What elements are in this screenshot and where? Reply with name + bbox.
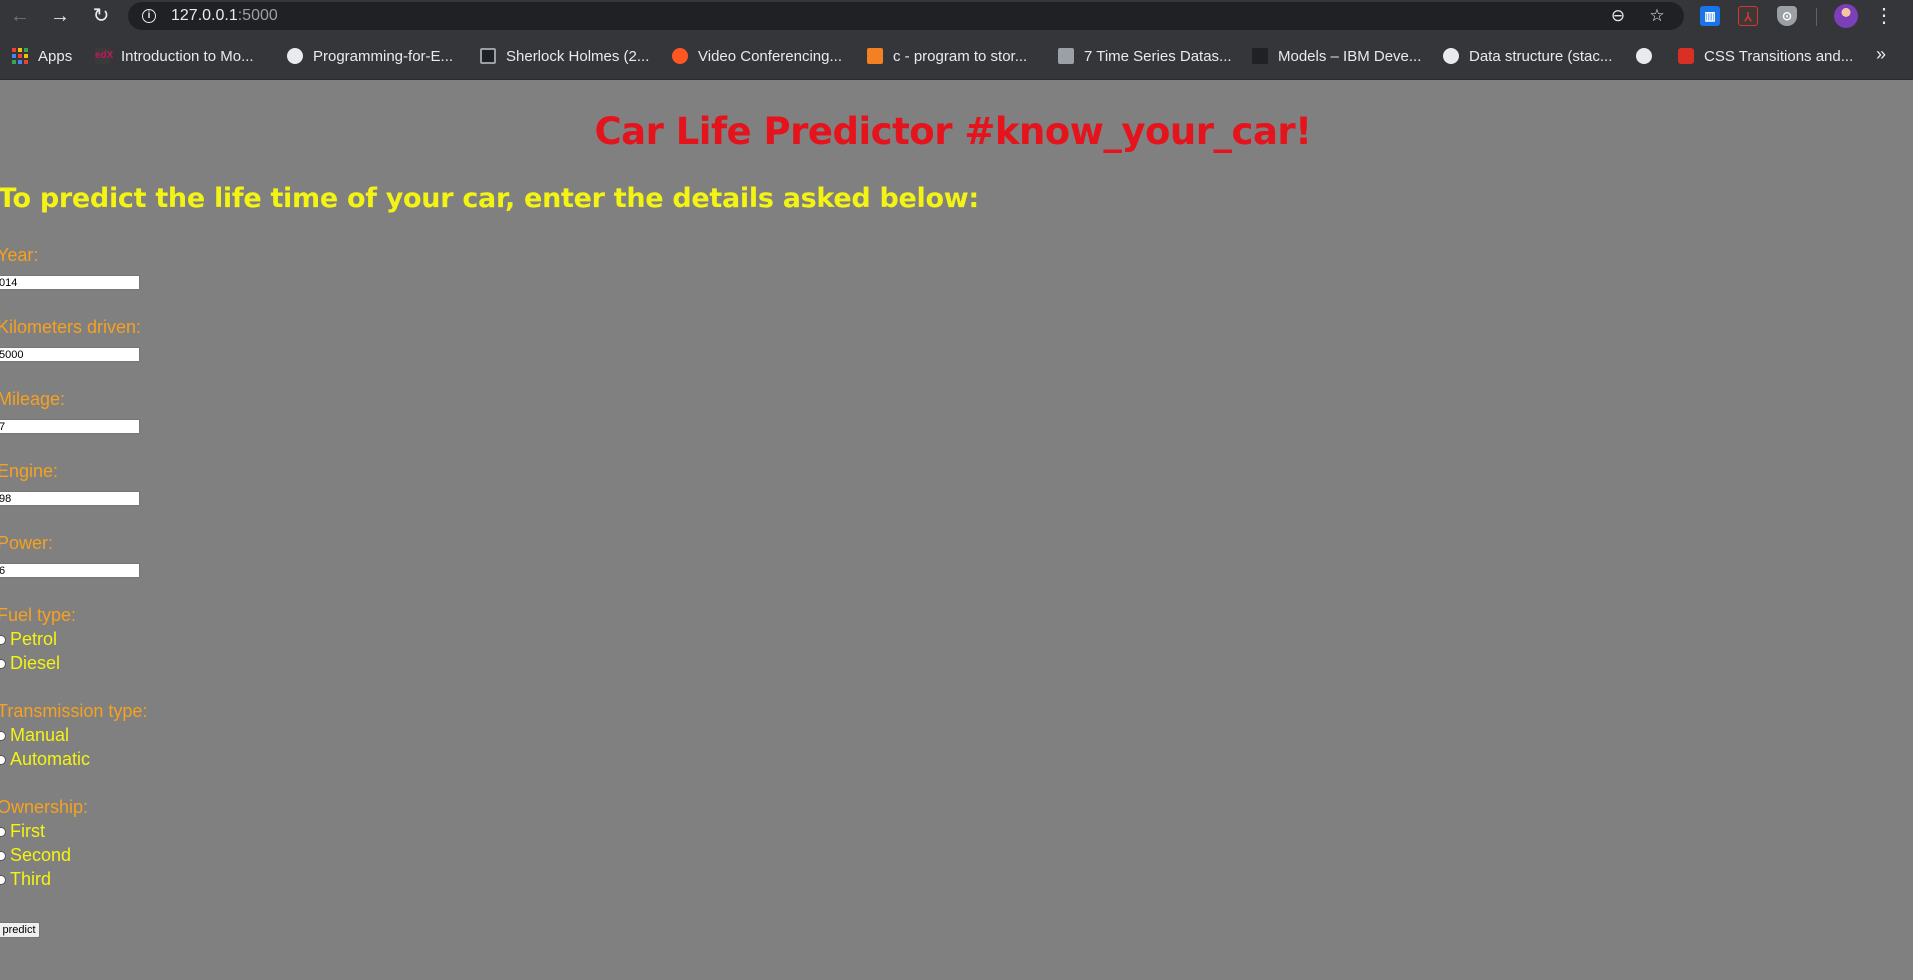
- globe-icon: [1443, 48, 1459, 64]
- edx-icon: edX: [95, 48, 113, 64]
- kilometers-label: Kilometers driven:: [0, 317, 142, 337]
- kilometers-input[interactable]: [0, 347, 140, 362]
- radio-label: Automatic: [10, 749, 91, 769]
- bookmark-label: Sherlock Holmes (2...: [506, 47, 650, 65]
- toolbar-separator: [1816, 8, 1817, 26]
- radio-button[interactable]: [0, 754, 6, 765]
- transmission-option-manual[interactable]: Manual: [0, 725, 69, 746]
- profile-avatar[interactable]: [1834, 4, 1858, 28]
- url-host: 127.0.0.1: [171, 7, 238, 24]
- bookmark-label: Video Conferencing...: [698, 47, 842, 65]
- bookmark-label: Models – IBM Deve...: [1278, 47, 1422, 65]
- url-text[interactable]: 127.0.0.1:5000: [171, 7, 278, 25]
- engine-input[interactable]: [0, 491, 140, 506]
- ownership-option-second[interactable]: Second: [0, 845, 71, 866]
- back-arrow-icon[interactable]: ←: [8, 4, 32, 28]
- zoho-icon: [672, 48, 688, 64]
- radio-button[interactable]: [0, 658, 6, 669]
- power-input[interactable]: [0, 563, 140, 578]
- radio-label: First: [10, 821, 45, 841]
- bookmark-css-transitions[interactable]: CSS Transitions and...: [1678, 45, 1853, 67]
- page-subtitle: To predict the life time of your car, en…: [0, 183, 979, 214]
- fuel-type-label: Fuel type:: [0, 605, 77, 625]
- ownership-option-third[interactable]: Third: [0, 869, 51, 890]
- menu-kebab-icon[interactable]: ⋮: [1874, 4, 1894, 28]
- bookmark-label: 7 Time Series Datas...: [1084, 47, 1232, 65]
- bookmark-apps[interactable]: Apps: [12, 45, 72, 67]
- radio-label: Second: [10, 845, 72, 865]
- dataset-icon: [1058, 48, 1074, 64]
- radio-label: Manual: [10, 725, 70, 745]
- bookmark-programming[interactable]: Programming-for-E...: [287, 45, 453, 67]
- url-port: :5000: [237, 7, 278, 24]
- bookmark-label: c - program to stor...: [893, 47, 1028, 65]
- bookmark-video-conferencing[interactable]: Video Conferencing...: [672, 45, 842, 67]
- radio-button[interactable]: [0, 730, 6, 741]
- film-icon: [480, 48, 496, 64]
- forward-arrow-icon[interactable]: →: [48, 4, 72, 28]
- fuel-option-petrol[interactable]: Petrol: [0, 629, 57, 650]
- bookmark-c-program[interactable]: c - program to stor...: [867, 45, 1027, 67]
- zoom-icon[interactable]: ⊖: [1607, 5, 1629, 27]
- radio-button[interactable]: [0, 874, 6, 885]
- engine-label: Engine:: [0, 461, 59, 481]
- bookmark-sherlock[interactable]: Sherlock Holmes (2...: [480, 45, 649, 67]
- shield-extension-icon[interactable]: ⊙: [1777, 6, 1797, 26]
- stackoverflow-icon: [867, 48, 883, 64]
- ibm-icon: [1252, 48, 1268, 64]
- bookmark-label: CSS Transitions and...: [1704, 47, 1854, 65]
- bookmarks-bar: Apps edX Introduction to Mo... Programmi…: [0, 32, 1913, 80]
- bookmark-data-structure[interactable]: Data structure (stac...: [1443, 45, 1612, 67]
- radio-button[interactable]: [0, 826, 6, 837]
- github-icon: [287, 48, 303, 64]
- reload-icon[interactable]: ↻: [89, 4, 113, 28]
- bookmark-time-series[interactable]: 7 Time Series Datas...: [1058, 45, 1232, 67]
- mileage-label: Mileage:: [0, 389, 66, 409]
- browser-toolbar: ← → ↻ i 127.0.0.1:5000 ⊖ ☆ ▥ ⅄ ⊙ ⋮: [0, 0, 1913, 32]
- transmission-option-automatic[interactable]: Automatic: [0, 749, 90, 770]
- info-icon[interactable]: i: [142, 9, 156, 23]
- bookmark-label: Introduction to Mo...: [121, 47, 254, 65]
- radio-button[interactable]: [0, 634, 6, 645]
- page-title: Car Life Predictor #know_your_car!: [594, 110, 1312, 153]
- css-icon: [1678, 48, 1694, 64]
- transmission-type-label: Transmission type:: [0, 701, 148, 721]
- bookmark-label: Apps: [38, 47, 73, 65]
- bookmark-label: Programming-for-E...: [313, 47, 454, 65]
- ownership-label: Ownership:: [0, 797, 89, 817]
- page-content: Car Life Predictor #know_your_car! To pr…: [0, 80, 1913, 980]
- bookmark-label: Data structure (stac...: [1469, 47, 1613, 65]
- predict-button[interactable]: predict: [0, 922, 40, 938]
- address-bar[interactable]: i 127.0.0.1:5000 ⊖ ☆: [128, 2, 1684, 30]
- radio-label: Third: [10, 869, 52, 889]
- bookmarks-overflow-chevron-icon[interactable]: »: [1876, 44, 1886, 65]
- radio-button[interactable]: [0, 850, 6, 861]
- year-input[interactable]: [0, 275, 140, 290]
- bookmark-ibm-models[interactable]: Models – IBM Deve...: [1252, 45, 1421, 67]
- bookmark-star-icon[interactable]: ☆: [1646, 5, 1668, 27]
- power-label: Power:: [0, 533, 54, 553]
- globe-icon: [1636, 48, 1652, 64]
- bookmark-introduction[interactable]: edX Introduction to Mo...: [95, 45, 254, 67]
- extension-chart-icon[interactable]: ▥: [1700, 6, 1720, 26]
- radio-label: Petrol: [10, 629, 58, 649]
- bookmark-globe[interactable]: [1636, 45, 1662, 67]
- fuel-option-diesel[interactable]: Diesel: [0, 653, 60, 674]
- mileage-input[interactable]: [0, 419, 140, 434]
- radio-label: Diesel: [10, 653, 61, 673]
- year-label: Year:: [0, 245, 39, 265]
- pdf-extension-icon[interactable]: ⅄: [1738, 6, 1758, 26]
- apps-grid-icon: [12, 48, 28, 64]
- ownership-option-first[interactable]: First: [0, 821, 45, 842]
